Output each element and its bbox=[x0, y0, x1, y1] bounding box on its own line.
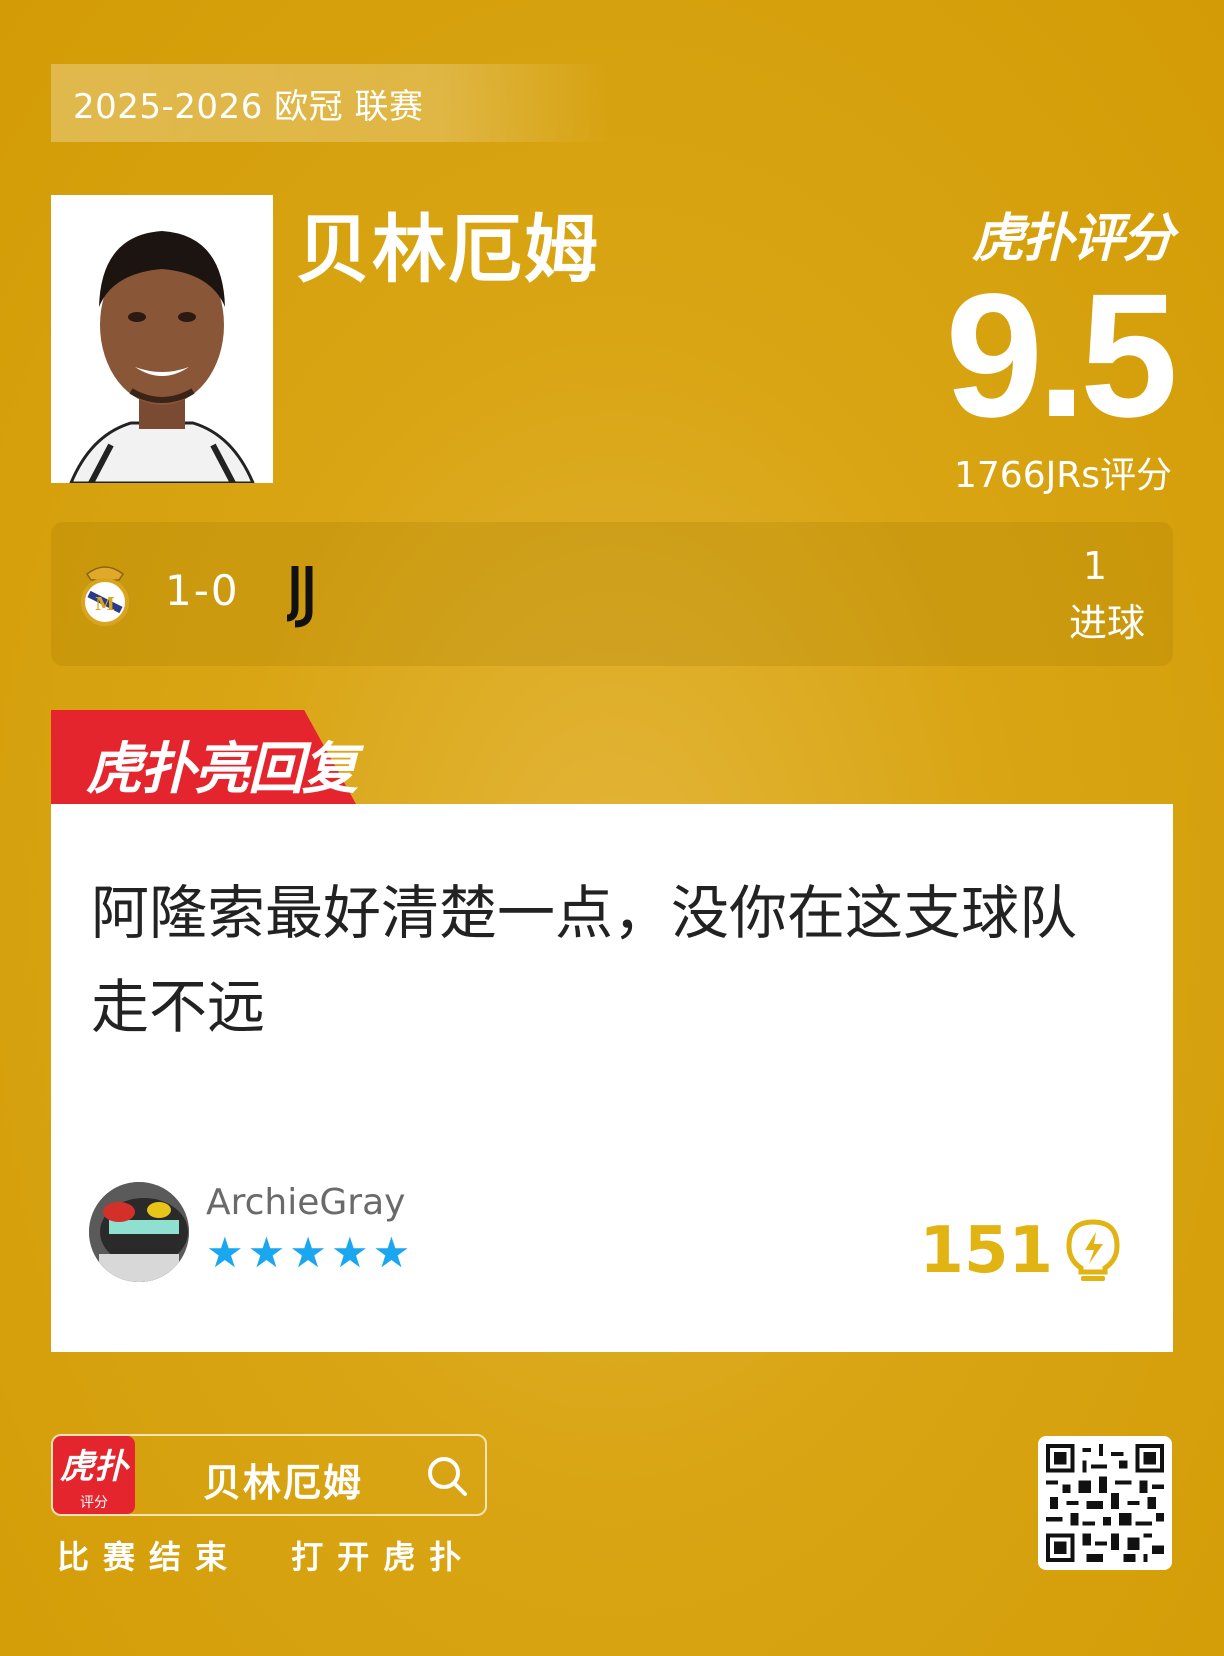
season-label: 2025-2026 欧冠 联赛 bbox=[73, 86, 424, 127]
search-box[interactable]: 虎扑 评分 贝林厄姆 bbox=[51, 1434, 487, 1516]
season-banner: 2025-2026 欧冠 联赛 bbox=[51, 64, 611, 142]
comment-card[interactable]: 阿隆索最好清楚一点，没你在这支球队走不远 ArchieGray ★★★★★ 15… bbox=[51, 804, 1173, 1352]
search-icon[interactable] bbox=[425, 1454, 469, 1498]
goals-label: 进球 bbox=[1068, 601, 1145, 645]
player-photo bbox=[51, 195, 273, 483]
app-icon[interactable]: 虎扑 评分 bbox=[53, 1436, 135, 1514]
rating-votes: 1766JRs评分 bbox=[953, 455, 1172, 496]
match-score: 1-0 bbox=[165, 566, 240, 615]
cta-text: 比赛结束 打开虎扑 bbox=[57, 1538, 476, 1576]
reply-badge: 虎扑亮回复 bbox=[86, 737, 358, 802]
goals-value: 1 bbox=[1082, 544, 1107, 588]
rating-stars: ★★★★★ bbox=[206, 1228, 415, 1277]
avatar[interactable] bbox=[89, 1182, 189, 1282]
app-icon-label: 虎扑 bbox=[60, 1447, 128, 1487]
app-icon-sub: 评分 bbox=[80, 1495, 108, 1511]
comment-text: 阿隆索最好清楚一点，没你在这支球队走不远 bbox=[91, 879, 1078, 1041]
username[interactable]: ArchieGray bbox=[206, 1182, 405, 1223]
match-summary[interactable]: M 1-0 1 进球 bbox=[51, 522, 1173, 666]
svg-text:M: M bbox=[95, 594, 115, 615]
search-text: 贝林厄姆 bbox=[203, 1461, 364, 1505]
real-madrid-crest-icon: M bbox=[81, 566, 129, 626]
like-count: 151 bbox=[919, 1214, 1053, 1288]
qr-code[interactable] bbox=[1038, 1436, 1172, 1570]
player-name: 贝林厄姆 bbox=[296, 207, 600, 293]
rating-score: 9.5 bbox=[945, 258, 1178, 454]
lightbulb-icon[interactable] bbox=[1063, 1218, 1123, 1284]
juventus-crest-icon bbox=[286, 566, 313, 628]
